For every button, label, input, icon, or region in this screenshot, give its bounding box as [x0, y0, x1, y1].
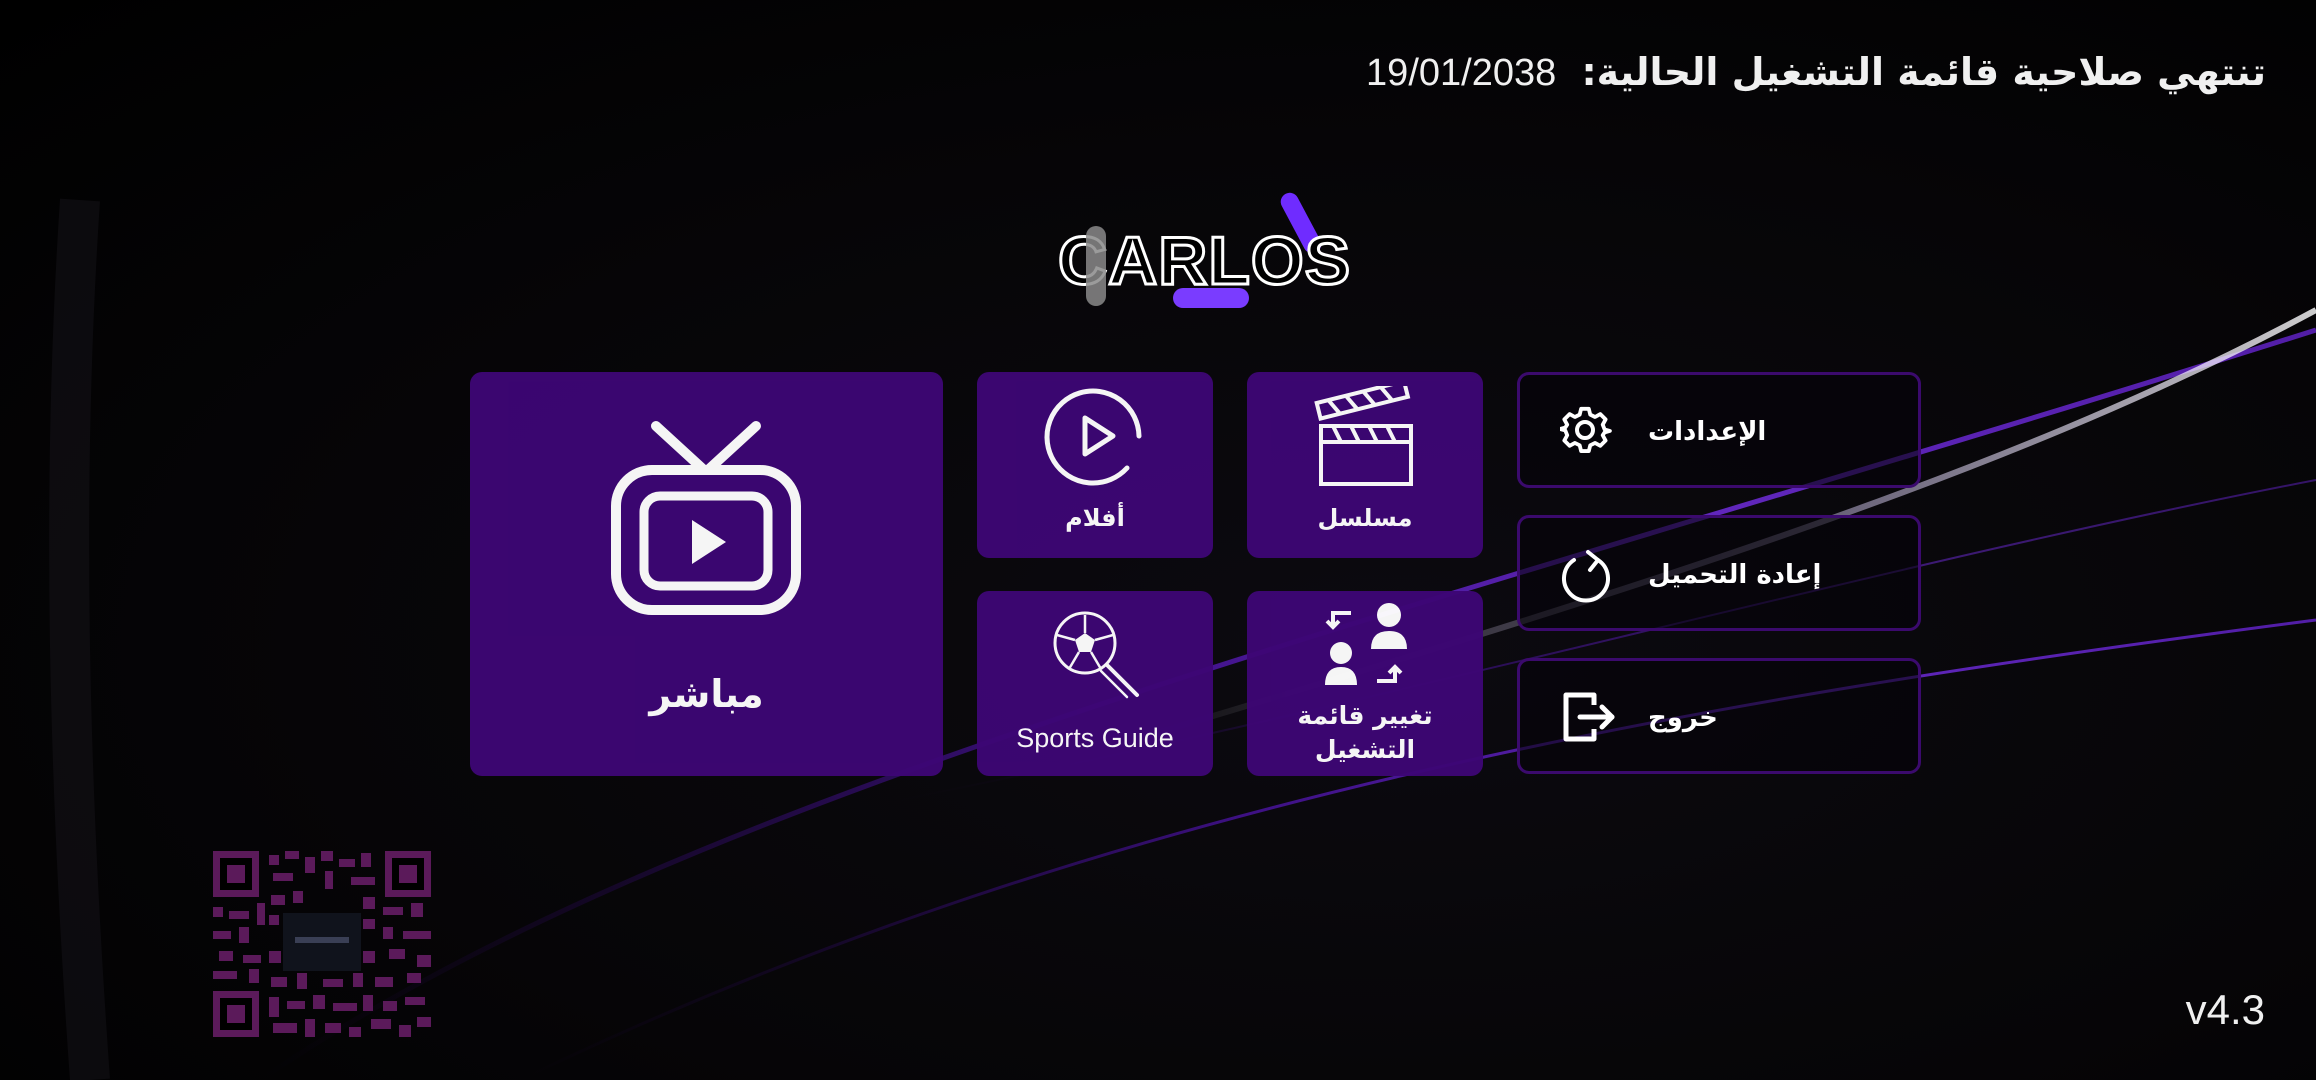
settings-label: الإعدادات [1648, 417, 1767, 447]
playlist-expiry-notice: تنتهي صلاحية قائمة التشغيل الحالية: 19/0… [1366, 50, 2266, 95]
carlos-logo: CARLOS [1050, 189, 1352, 320]
series-label: مسلسل [1317, 504, 1413, 532]
movies-label: أفلام [1065, 504, 1125, 532]
qr-code [213, 851, 431, 1037]
change-playlist-tile[interactable]: تغيير قائمة التشغيل [1247, 591, 1483, 776]
clapperboard-icon [1314, 386, 1413, 486]
reload-button[interactable]: إعادة التحميل [1517, 515, 1921, 631]
logo-accent-vertical [1086, 226, 1106, 306]
change-playlist-label-line2: التشغيل [1314, 735, 1416, 764]
tv-play-icon [611, 421, 801, 615]
live-label: مباشر [649, 672, 764, 716]
sports-guide-label: Sports Guide [1016, 723, 1174, 753]
reload-label: إعادة التحميل [1648, 560, 1822, 590]
settings-button[interactable]: الإعدادات [1517, 372, 1921, 488]
live-tile[interactable]: مباشر [470, 372, 943, 776]
sports-guide-tile[interactable]: Sports Guide [977, 591, 1213, 776]
app-version: v4.3 [2185, 986, 2265, 1033]
exit-button[interactable]: خروج [1517, 658, 1921, 774]
exit-icon [1563, 692, 1615, 742]
home-screen: تنتهي صلاحية قائمة التشغيل الحالية: 19/0… [0, 0, 2316, 1080]
soccer-ball-search-icon [1053, 611, 1139, 699]
swap-users-icon [1325, 603, 1407, 685]
play-circle-icon [1044, 388, 1142, 486]
series-tile[interactable]: مسلسل [1247, 372, 1483, 558]
expiry-date: 19/01/2038 [1366, 52, 1557, 94]
logo-accent-horizontal [1173, 288, 1249, 308]
expiry-label: تنتهي صلاحية قائمة التشغيل الحالية: [1581, 50, 2266, 94]
exit-label: خروج [1648, 703, 1718, 733]
refresh-icon [1562, 550, 1610, 603]
gear-icon [1560, 406, 1612, 454]
movies-tile[interactable]: أفلام [977, 372, 1213, 558]
change-playlist-label-line1: تغيير قائمة [1297, 701, 1433, 730]
